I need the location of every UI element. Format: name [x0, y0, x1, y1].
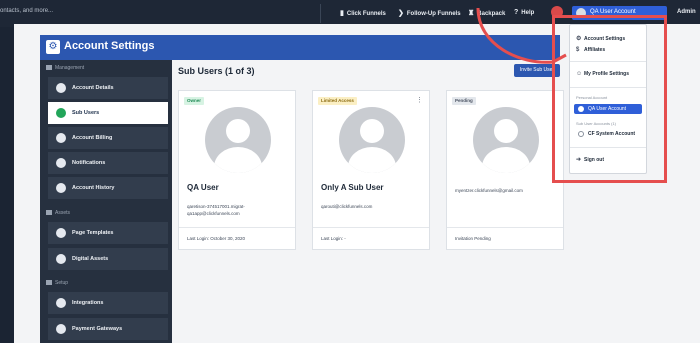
highlight-annotation-arc [476, 7, 567, 64]
